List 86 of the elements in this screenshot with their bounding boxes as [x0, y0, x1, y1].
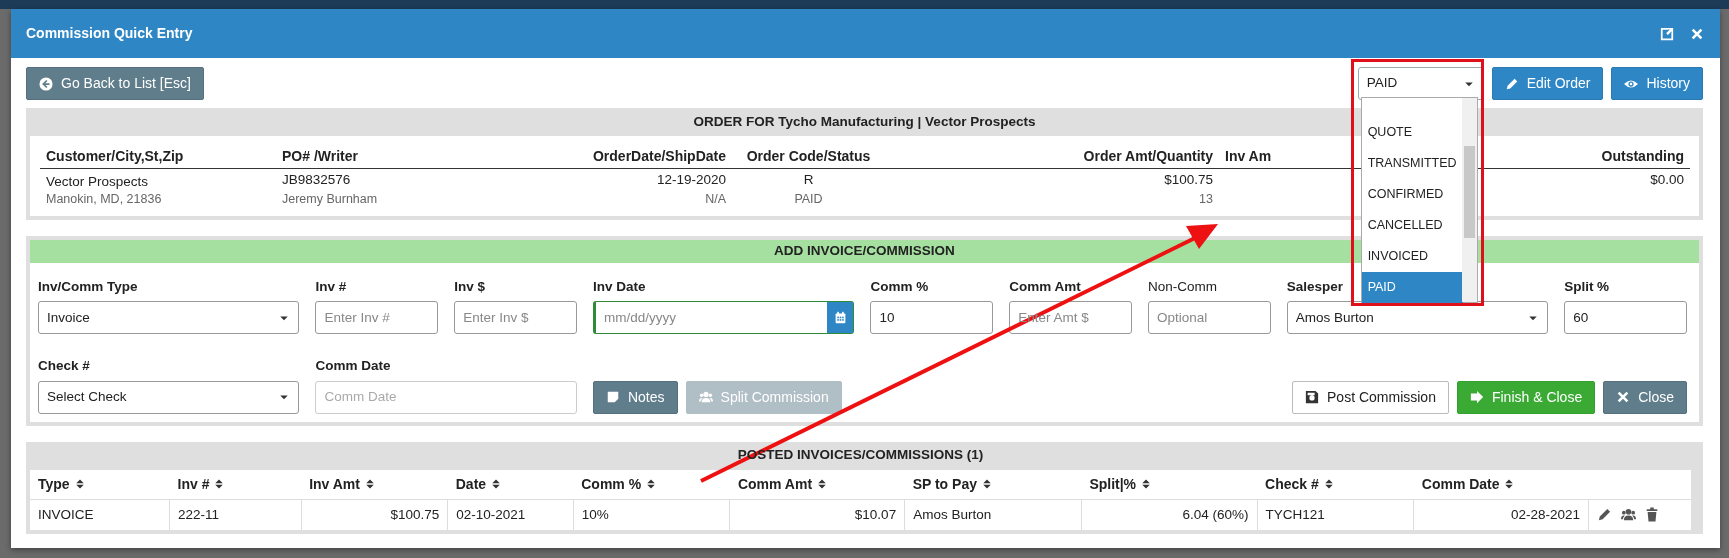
select-field[interactable]: Invoice: [38, 301, 300, 335]
column-header[interactable]: Inv Amt: [301, 469, 448, 500]
table-cell: $100.75: [301, 499, 448, 530]
edit-order-button[interactable]: Edit Order: [1491, 67, 1604, 100]
maximize-button[interactable]: [1660, 26, 1674, 41]
column-header: PO# /Writer: [276, 136, 466, 169]
order-value: 12-19-2020: [656, 172, 726, 187]
column-header: OrderDate/ShipDate: [466, 136, 732, 169]
dropdown-option[interactable]: CONFIRMED: [1361, 179, 1463, 210]
input-field[interactable]: Optional: [1147, 301, 1271, 335]
column-header[interactable]: Inv #: [169, 469, 302, 500]
column-header: Customer/City,St,Zip: [40, 136, 276, 169]
column-header[interactable]: Check #: [1257, 469, 1414, 500]
action-button[interactable]: Notes: [592, 380, 678, 414]
expand-icon: [1660, 26, 1674, 41]
close-icon: [1616, 390, 1631, 404]
back-button[interactable]: Go Back to List [Esc]: [26, 67, 204, 100]
field-label: Check #: [38, 358, 90, 374]
input-field[interactable]: Enter Inv $: [454, 301, 577, 335]
dropdown-option[interactable]: PAID: [1361, 272, 1463, 303]
panel-title: ORDER FOR Tycho Manufacturing | Vector Prospects: [693, 112, 1036, 131]
table-cell: INVOICE: [30, 499, 170, 530]
table-cell: 10%: [573, 499, 730, 530]
input-field[interactable]: Enter Inv #: [315, 301, 439, 335]
circle-arrow-icon: [39, 76, 53, 91]
table-cell: Amos Burton: [904, 499, 1082, 530]
order-value: $100.75: [1164, 172, 1213, 187]
users-icon: [698, 390, 713, 404]
table-cell: 02-28-2021: [1413, 499, 1589, 530]
order-subvalue: Jeremy Burnham: [282, 192, 378, 206]
calendar-icon: [833, 311, 847, 325]
order-subvalue: N/A: [705, 192, 726, 206]
field-label: Split %: [1564, 279, 1610, 294]
order-value: JB9832576: [282, 172, 351, 187]
dropdown-option[interactable]: CANCELLED: [1361, 210, 1463, 241]
select-field[interactable]: Select Check: [38, 380, 300, 414]
sign-out-icon: [1469, 390, 1484, 404]
date-field[interactable]: mm/dd/yyyy: [592, 301, 855, 335]
close-icon: [1690, 26, 1704, 41]
column-header[interactable]: Split|%: [1081, 469, 1258, 500]
dropdown-option[interactable]: QUOTE: [1361, 117, 1463, 148]
trash-icon[interactable]: [1645, 507, 1659, 523]
action-button[interactable]: Close: [1603, 380, 1687, 414]
dialog-title: Commission Quick Entry: [26, 24, 193, 43]
column-header[interactable]: Type: [30, 469, 170, 500]
column-header[interactable]: Comm %: [573, 469, 730, 500]
history-button[interactable]: History: [1611, 67, 1703, 100]
users-icon[interactable]: [1620, 507, 1637, 523]
field-label: Inv Date: [592, 279, 646, 294]
pencil-icon[interactable]: [1597, 507, 1612, 523]
column-header: Order Amt/Quantity: [885, 136, 1219, 169]
order-subvalue: 13: [1199, 192, 1213, 206]
order-subvalue: Manokin, MD, 21836: [46, 192, 162, 206]
select-field[interactable]: Amos Burton: [1286, 301, 1549, 335]
input-field[interactable]: 10: [870, 301, 994, 335]
close-button[interactable]: [1690, 26, 1704, 41]
table-cell: 222-11: [169, 499, 302, 530]
input-field[interactable]: 60: [1564, 301, 1687, 335]
order-value: $0.00: [1650, 172, 1684, 187]
table-cell: 6.04 (60%): [1081, 499, 1258, 530]
order-value: Vector Prospects: [46, 174, 149, 189]
column-header: Order Code/Status: [732, 136, 885, 169]
field-label: Salesper: [1286, 279, 1343, 294]
table-cell: $10.07: [729, 499, 905, 530]
order-subvalue: PAID: [794, 192, 823, 206]
table-cell: TYCH121: [1257, 499, 1414, 530]
field-label: Inv $: [454, 279, 485, 294]
table-cell: 02-10-2021: [447, 499, 574, 530]
field-label: Inv #: [315, 279, 347, 294]
dropdown-option[interactable]: INVOICED: [1361, 241, 1463, 272]
field-label: Comm Amt: [1009, 279, 1081, 294]
field-label: Non-Comm: [1147, 279, 1217, 294]
order-value: R: [803, 172, 814, 187]
column-header[interactable]: SP to Pay: [904, 469, 1082, 500]
column-header[interactable]: Date: [447, 469, 574, 500]
field-label: Comm Date: [315, 358, 391, 374]
dropdown-option[interactable]: TRANSMITTED: [1361, 148, 1463, 179]
column-header[interactable]: Comm Date: [1413, 469, 1589, 500]
pencil-icon: [1504, 76, 1519, 91]
note-icon: [605, 390, 620, 404]
field-label: Comm %: [870, 279, 929, 294]
floppy-icon: [1305, 390, 1319, 404]
column-header[interactable]: Comm Amt: [729, 469, 905, 500]
action-button[interactable]: Post Commission: [1292, 380, 1449, 414]
field-label: Inv/Comm Type: [38, 279, 138, 294]
calendar-button[interactable]: [827, 302, 854, 334]
